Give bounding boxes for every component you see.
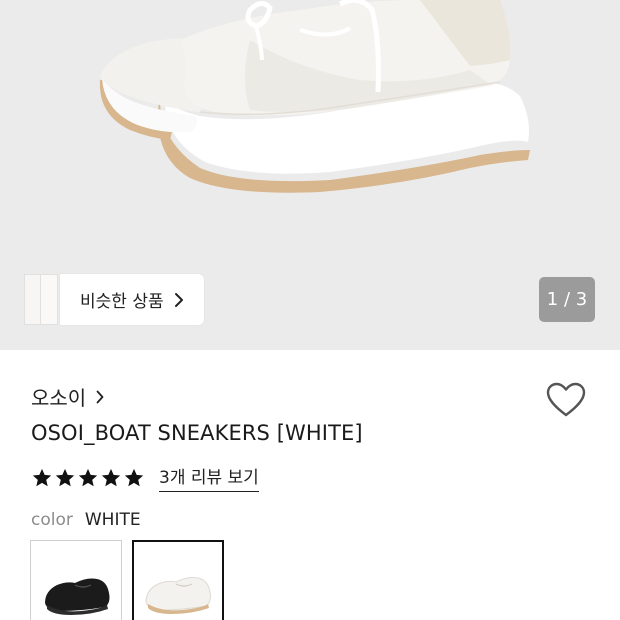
star-icon [55, 468, 75, 486]
black-sneaker-thumbnail [45, 578, 110, 615]
star-icon [124, 468, 144, 486]
rating-stars [31, 467, 145, 489]
similar-products-pill[interactable]: 비슷한 상품 [60, 274, 204, 325]
star-icon [32, 468, 52, 486]
chevron-right-icon [174, 292, 183, 307]
color-swatch-white[interactable] [132, 540, 224, 620]
reviews-link[interactable]: 3개 리뷰 보기 [159, 463, 259, 492]
white-sneaker-thumbnail [145, 577, 211, 614]
brand-name: 오소이 [31, 386, 87, 410]
color-value: WHITE [84, 510, 141, 530]
color-swatch-black[interactable] [30, 540, 122, 620]
image-counter: 1 / 3 [539, 277, 595, 322]
color-label: color [31, 510, 73, 530]
chevron-right-icon [96, 390, 104, 403]
rating-row: 3개 리뷰 보기 [31, 463, 259, 492]
star-icon [101, 468, 121, 486]
similar-products-thumbnails [24, 274, 60, 325]
similar-products-label: 비슷한 상품 [80, 292, 164, 312]
product-image-carousel[interactable]: 비슷한 상품 1 / 3 [0, 0, 620, 350]
product-title: OSOI_BOAT SNEAKERS [WHITE] [31, 421, 363, 445]
similar-products-button[interactable]: 비슷한 상품 [24, 274, 204, 325]
brand-link[interactable]: 오소이 [31, 382, 104, 411]
heart-icon[interactable] [546, 382, 586, 418]
star-icon [78, 468, 98, 486]
color-row: color WHITE [31, 510, 141, 530]
similar-thumbnail [40, 274, 58, 325]
